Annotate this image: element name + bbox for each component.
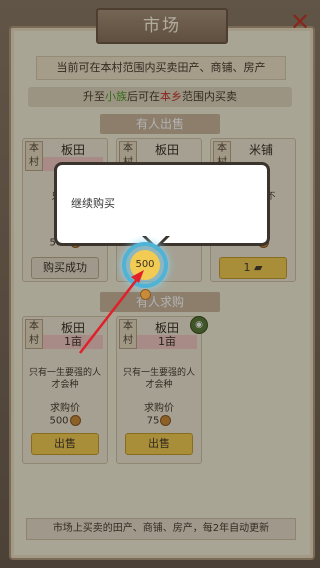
pointer-arrow-icon (79, 270, 144, 354)
